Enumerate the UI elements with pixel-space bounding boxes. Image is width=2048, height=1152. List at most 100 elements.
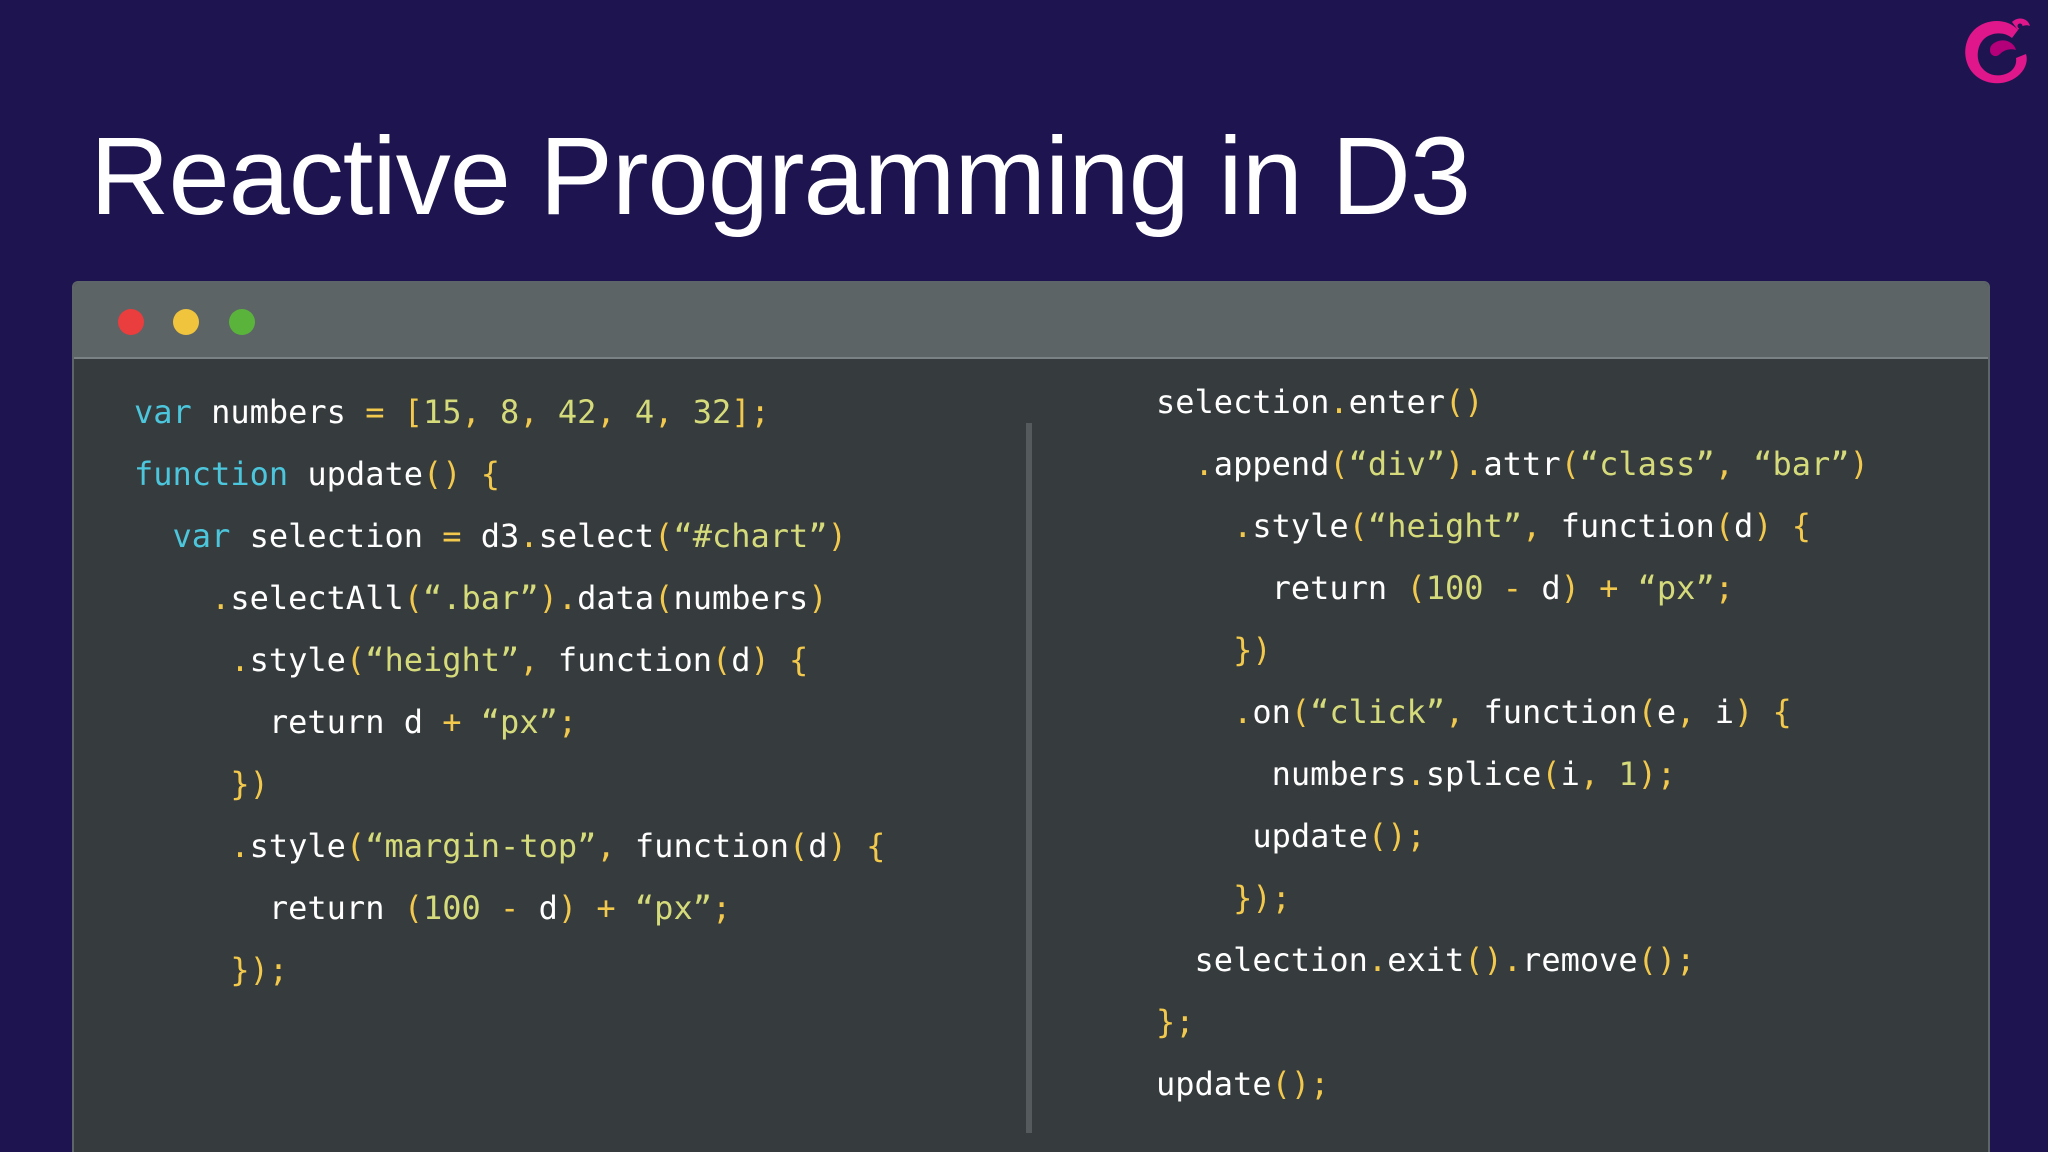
code-token-number: 42: [557, 393, 597, 431]
code-token-identifier: data: [577, 579, 655, 617]
code-token-punctuation: (: [711, 641, 732, 679]
code-token-punctuation: .: [211, 579, 231, 617]
code-token-string: “click”: [1310, 693, 1445, 731]
close-window-button[interactable]: [118, 309, 144, 335]
code-token-punctuation: }): [1233, 631, 1272, 669]
code-token-identifier: d: [1522, 569, 1561, 607]
code-token-punctuation: -: [500, 889, 520, 927]
code-token-identifier: [616, 393, 635, 431]
code-token-punctuation: ];: [731, 393, 770, 431]
code-token-identifier: i: [1560, 755, 1580, 793]
code-token-identifier: append: [1213, 445, 1330, 483]
code-token-punctuation: (: [789, 827, 809, 865]
code-token-string: “height”: [1367, 507, 1523, 545]
code-line: selection.enter(): [1156, 371, 1869, 433]
code-token-string: “px”: [634, 889, 712, 927]
code-token-punctuation: });: [230, 951, 289, 989]
code-token-punctuation: ,: [654, 393, 674, 431]
code-token-identifier: [1773, 507, 1792, 545]
code-token-punctuation: (: [1329, 445, 1349, 483]
code-token-identifier: [539, 393, 558, 431]
code-token-punctuation: {: [1791, 507, 1812, 545]
code-token-identifier: [1618, 569, 1637, 607]
code-token-punctuation: (: [1406, 569, 1426, 607]
code-token-punctuation: ,: [1444, 693, 1465, 731]
code-token-punctuation: });: [1233, 879, 1291, 917]
code-token-identifier: numbers: [1271, 755, 1407, 793]
code-token-identifier: remove: [1522, 941, 1638, 979]
code-token-punctuation: (: [1348, 507, 1368, 545]
code-token-string: “height”: [365, 641, 520, 679]
code-token-punctuation: .: [230, 641, 250, 679]
code-token-punctuation: (: [654, 579, 674, 617]
code-token-punctuation: ).: [538, 579, 578, 617]
code-token-identifier: selection: [1156, 383, 1330, 421]
code-line: var numbers = [15, 8, 42, 4, 32];: [134, 381, 885, 443]
code-token-number: 4: [634, 393, 655, 431]
code-token-identifier: [481, 889, 500, 927]
code-token-punctuation: =: [365, 393, 385, 431]
code-token-punctuation: +: [596, 889, 616, 927]
code-token-punctuation: ): [750, 641, 770, 679]
code-token-string: “#chart”: [673, 517, 828, 555]
code-token-number: 1: [1618, 755, 1638, 793]
code-token-punctuation: ,: [519, 393, 539, 431]
code-token-punctuation: );: [1637, 755, 1677, 793]
code-line: update();: [1156, 1053, 1869, 1115]
code-token-punctuation: .: [1233, 693, 1253, 731]
code-token-punctuation: ;: [557, 703, 578, 741]
code-token-string: “bar”: [1753, 445, 1850, 483]
code-token-string: “px”: [1637, 569, 1715, 607]
code-token-identifier: function: [615, 827, 790, 865]
code-line: .style(“height”, function(d) {: [134, 629, 885, 691]
code-token-punctuation: ,: [1676, 693, 1696, 731]
code-token-identifier: return: [1271, 569, 1407, 607]
code-token-identifier: [1753, 693, 1772, 731]
code-token-punctuation: ();: [1637, 941, 1696, 979]
code-token-punctuation: ): [1753, 507, 1773, 545]
code-token-punctuation: ().: [1464, 941, 1523, 979]
minimize-window-button[interactable]: [173, 309, 199, 335]
code-token-identifier: return: [268, 889, 404, 927]
code-token-punctuation: (): [422, 455, 462, 493]
code-token-identifier: d3: [461, 517, 520, 555]
code-token-identifier: e: [1656, 693, 1677, 731]
code-token-string: “margin-top”: [365, 827, 597, 865]
code-token-string: “div”: [1348, 445, 1445, 483]
code-line: .style(“margin-top”, function(d) {: [134, 815, 885, 877]
code-token-punctuation: ).: [1444, 445, 1484, 483]
maximize-window-button[interactable]: [229, 309, 255, 335]
code-token-punctuation: ): [808, 579, 828, 617]
code-token-punctuation: ();: [1367, 817, 1426, 855]
code-token-punctuation: ,: [1522, 507, 1542, 545]
code-token-punctuation: (: [654, 517, 674, 555]
code-token-punctuation: {: [1772, 693, 1792, 731]
code-line: });: [1156, 867, 1869, 929]
code-line: return d + “px”;: [134, 691, 885, 753]
code-token-punctuation: +: [442, 703, 462, 741]
code-token-identifier: d: [1733, 507, 1754, 545]
code-line: numbers.splice(i, 1);: [1156, 743, 1869, 805]
code-token-identifier: [1580, 569, 1599, 607]
code-token-punctuation: ();: [1271, 1065, 1330, 1103]
code-token-punctuation: (: [403, 889, 423, 927]
code-token-punctuation: ,: [1579, 755, 1600, 793]
code-token-identifier: d: [519, 889, 558, 927]
code-token-punctuation: (: [1637, 693, 1657, 731]
code-token-keyword: function: [134, 455, 289, 493]
code-token-number: 15: [422, 393, 462, 431]
code-token-punctuation: {: [866, 827, 886, 865]
code-token-string: “.bar”: [422, 579, 539, 617]
code-token-punctuation: ;: [711, 889, 732, 927]
column-divider: [1026, 423, 1032, 1133]
code-token-punctuation: ): [1849, 445, 1869, 483]
code-token-identifier: [1599, 755, 1618, 793]
code-token-number: 8: [500, 393, 520, 431]
code-token-punctuation: ,: [519, 641, 539, 679]
code-token-identifier: selectAll: [230, 579, 404, 617]
code-token-identifier: selection: [230, 517, 443, 555]
code-token-identifier: [616, 889, 635, 927]
code-token-punctuation: +: [1599, 569, 1619, 607]
code-token-identifier: [673, 393, 692, 431]
code-token-number: 32: [692, 393, 732, 431]
